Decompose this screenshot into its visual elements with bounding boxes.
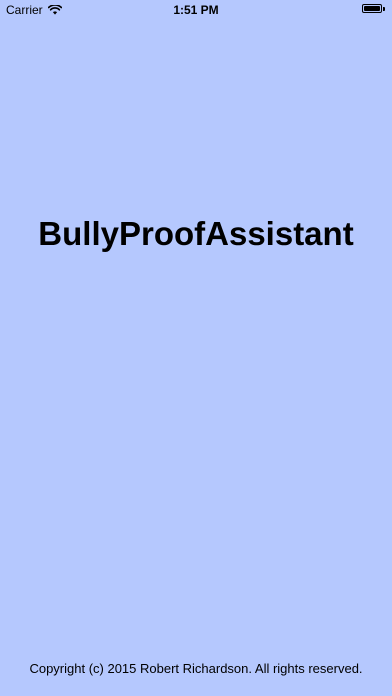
status-time: 1:51 PM	[173, 3, 219, 17]
battery-icon	[362, 4, 385, 13]
battery-body	[362, 4, 382, 13]
status-bar: Carrier 1:51 PM	[0, 0, 392, 20]
splash-screen: Carrier 1:51 PM BullyProofAssistant Copy…	[0, 0, 392, 696]
app-title: BullyProofAssistant	[38, 215, 354, 252]
battery-tip	[383, 6, 385, 11]
copyright-text: Copyright (c) 2015 Robert Richardson. Al…	[29, 661, 363, 676]
battery-fill	[364, 6, 380, 11]
